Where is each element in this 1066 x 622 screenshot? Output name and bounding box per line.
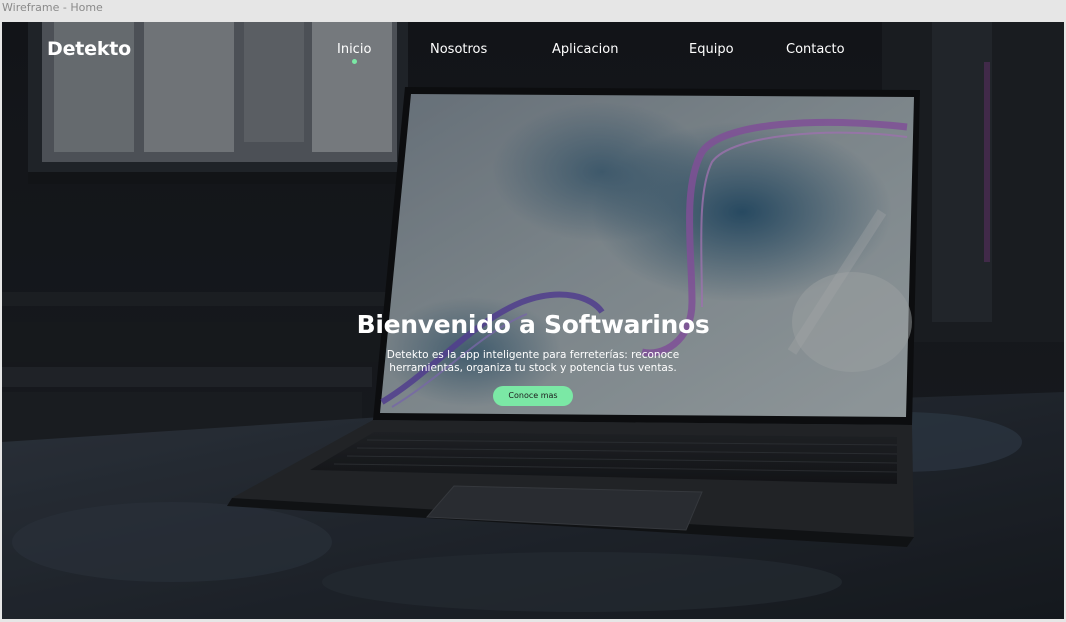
frame-title: Wireframe - Home [2,1,103,14]
nav-item-nosotros[interactable]: Nosotros [430,42,487,57]
hero-title: Bienvenido a Softwarinos [356,310,710,339]
nav-item-label: Aplicacion [552,42,619,57]
conoce-mas-button[interactable]: Conoce mas [493,386,573,406]
nav-item-label: Equipo [689,42,734,57]
nav-item-contacto[interactable]: Contacto [786,42,845,57]
top-navigation: Detekto Inicio Nosotros Aplicacion Equip… [2,22,1064,82]
nav-item-label: Contacto [786,42,845,57]
nav-item-aplicacion[interactable]: Aplicacion [552,42,618,57]
nav-item-inicio[interactable]: Inicio [337,42,372,64]
brand-logo[interactable]: Detekto [47,38,131,60]
hero-content: Bienvenido a Softwarinos Detekto es la a… [2,310,1064,406]
hero-frame: Detekto Inicio Nosotros Aplicacion Equip… [2,22,1064,619]
nav-item-label: Inicio [337,42,372,57]
nav-item-label: Nosotros [430,42,488,57]
active-indicator-dot [351,59,357,64]
hero-description: Detekto es la app inteligente para ferre… [386,349,680,374]
nav-item-equipo[interactable]: Equipo [689,42,734,57]
